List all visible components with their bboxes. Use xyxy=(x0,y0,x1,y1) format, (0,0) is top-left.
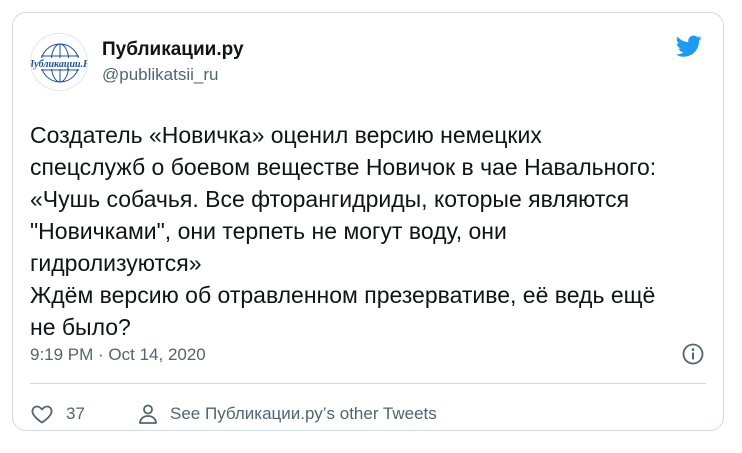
divider xyxy=(30,383,706,384)
tweet-line: спецслужб о боевом веществе Новичок в ча… xyxy=(30,154,657,180)
person-icon xyxy=(139,404,157,424)
display-name[interactable]: Публикации.ру xyxy=(102,39,244,61)
tweet-card: Публикации.Ру Публикации.ру @publikatsii… xyxy=(12,12,724,431)
tweet-actions: 37 See Публикации.ру’s other Tweets xyxy=(30,399,706,429)
see-other-tweets-label: See Публикации.ру’s other Tweets xyxy=(170,404,437,423)
tweet-line: Создатель «Новичка» оценил версию немецк… xyxy=(30,122,542,148)
tweet-line: не было? xyxy=(30,314,131,340)
info-icon[interactable] xyxy=(681,342,705,366)
like-count: 37 xyxy=(66,404,85,423)
tweet-header: Публикации.Ру Публикации.ру @publikatsii… xyxy=(30,33,706,91)
tweet-line: Ждём версию об отравленном презервативе,… xyxy=(30,282,656,308)
tweet-line: "Новичками", они терпеть не могут воду, … xyxy=(30,218,507,244)
user-handle[interactable]: @publikatsii_ru xyxy=(102,65,218,85)
tweet-line: «Чушь собачья. Все фторангидриды, которы… xyxy=(30,186,630,212)
tweet-line: гидролизуются» xyxy=(30,250,202,276)
twitter-bird-icon[interactable] xyxy=(674,33,704,59)
avatar-text: Публикации.Ру xyxy=(31,59,88,70)
tweet-timestamp[interactable]: 9:19 PM · Oct 14, 2020 xyxy=(30,345,206,365)
like-button[interactable]: 37 xyxy=(30,399,85,429)
tweet-text: Создатель «Новичка» оценил версию немецк… xyxy=(30,119,710,343)
avatar-logo-icon: Публикации.Ру xyxy=(31,43,88,83)
avatar[interactable]: Публикации.Ру xyxy=(30,33,88,91)
see-other-tweets-link[interactable]: See Публикации.ру’s other Tweets xyxy=(136,399,437,429)
heart-icon xyxy=(31,405,53,424)
